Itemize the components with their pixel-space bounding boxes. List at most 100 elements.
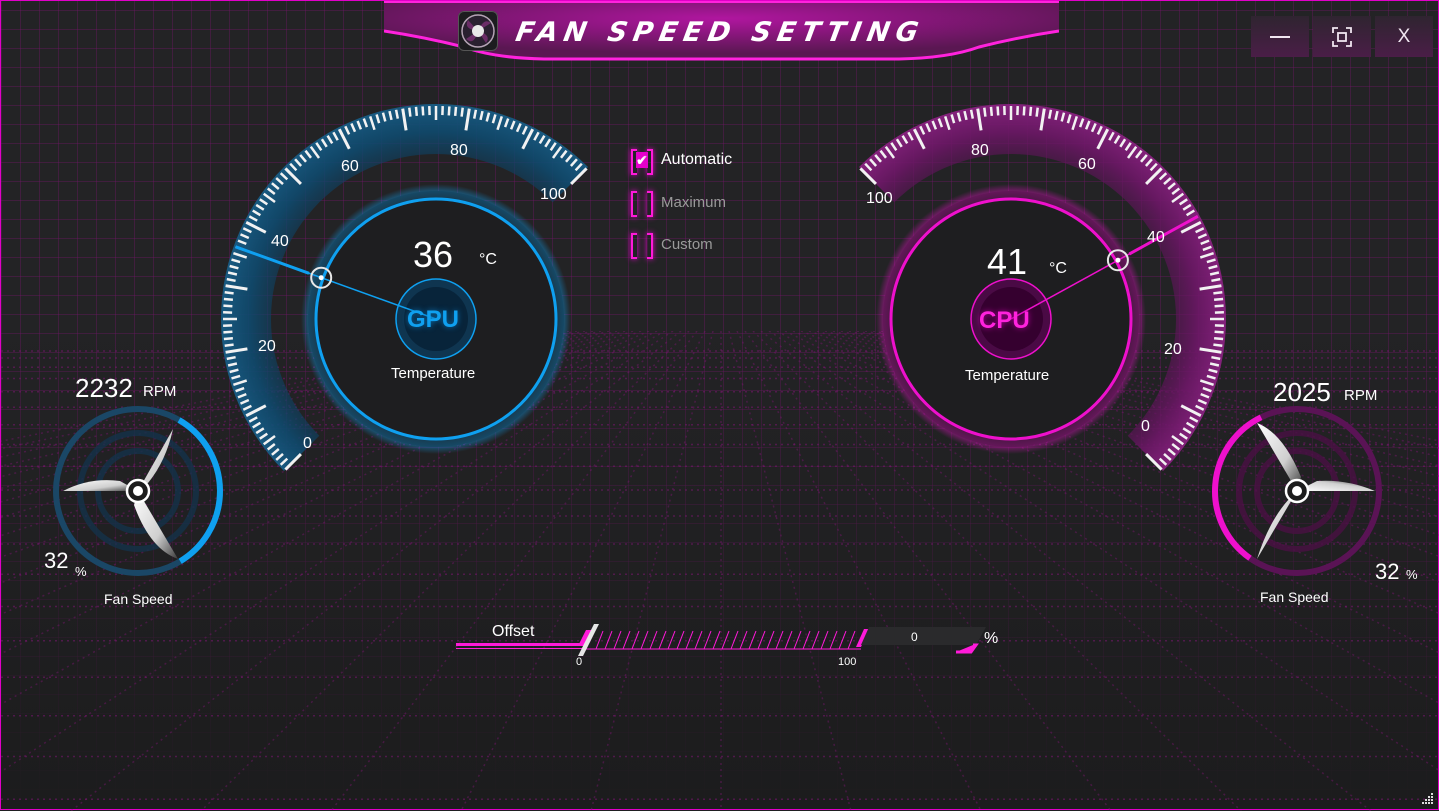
mode-option-maximum[interactable]: Maximum bbox=[631, 191, 726, 213]
cpu-fan-percent-unit: % bbox=[1406, 567, 1418, 582]
offset-control: Offset 0 100 0 % bbox=[456, 619, 1016, 679]
cpu-temperature-unit: °C bbox=[1049, 260, 1067, 278]
gpu-fan-percent-value: 32 bbox=[44, 548, 68, 574]
gpu-scale-label-40: 40 bbox=[271, 233, 289, 251]
gpu-tick bbox=[423, 106, 424, 115]
offset-hatch-mark bbox=[812, 631, 819, 649]
offset-hatch-mark bbox=[803, 631, 810, 649]
offset-hatch-mark bbox=[677, 631, 684, 649]
offset-hatch-mark bbox=[713, 631, 720, 649]
gpu-fan-percent-unit: % bbox=[75, 564, 87, 579]
gpu-tick bbox=[227, 357, 236, 359]
gpu-temperature-label: Temperature bbox=[391, 365, 475, 382]
offset-hatch-mark bbox=[848, 631, 855, 649]
gpu-scale-label-60: 60 bbox=[341, 158, 359, 176]
offset-hatch-mark bbox=[830, 631, 837, 649]
cpu-tick bbox=[1215, 306, 1224, 307]
gpu-tick bbox=[416, 107, 417, 116]
offset-hatch-mark bbox=[632, 631, 639, 649]
cpu-tick bbox=[991, 107, 992, 116]
offset-hatch-mark bbox=[821, 631, 828, 649]
offset-hatch-mark bbox=[722, 631, 729, 649]
gpu-fan-speed-meter bbox=[56, 409, 220, 573]
cpu-tick bbox=[1049, 110, 1051, 119]
offset-hatch-mark bbox=[749, 631, 756, 649]
cpu-fan-blades-icon bbox=[1257, 423, 1375, 559]
gpu-tick bbox=[455, 107, 456, 116]
gpu-temperature-value: 36 bbox=[413, 234, 453, 276]
cpu-tick bbox=[971, 110, 973, 119]
cpu-tick bbox=[1214, 299, 1223, 300]
gpu-scale-label-80: 80 bbox=[450, 142, 468, 160]
cpu-scale-label-20: 20 bbox=[1164, 341, 1182, 359]
offset-hatch-mark bbox=[596, 631, 603, 649]
cpu-temperature-label: Temperature bbox=[965, 367, 1049, 384]
offset-max-label: 100 bbox=[838, 656, 856, 668]
offset-hatch-mark bbox=[641, 631, 648, 649]
gpu-tick bbox=[224, 338, 233, 339]
cpu-scale-label-80: 80 bbox=[971, 142, 989, 160]
cpu-scale-label-0: 0 bbox=[1141, 418, 1150, 436]
custom-checkbox[interactable] bbox=[631, 233, 653, 255]
cpu-scale-label-40: 40 bbox=[1147, 229, 1165, 247]
cpu-fan-percent-value: 32 bbox=[1375, 559, 1399, 585]
gpu-fan-rpm-value: 2232 bbox=[75, 373, 133, 404]
gpu-tick bbox=[449, 106, 450, 115]
offset-hatch-mark bbox=[695, 631, 702, 649]
cpu-temperature-value: 41 bbox=[987, 241, 1027, 283]
cpu-fan-speed-label: Fan Speed bbox=[1260, 589, 1329, 605]
offset-hatch-mark bbox=[650, 631, 657, 649]
offset-value-field[interactable]: 0 bbox=[911, 630, 918, 644]
gpu-scale-label-20: 20 bbox=[258, 338, 276, 356]
offset-hatch-mark bbox=[767, 631, 774, 649]
gpu-tick bbox=[225, 345, 234, 346]
offset-slider-graphic bbox=[456, 619, 1016, 659]
cpu-tick bbox=[984, 108, 985, 117]
offset-hatch-mark bbox=[686, 631, 693, 649]
mode-option-custom[interactable]: Custom bbox=[631, 233, 713, 255]
offset-hatch-mark bbox=[704, 631, 711, 649]
offset-hatch-mark bbox=[659, 631, 666, 649]
resize-grip-icon[interactable] bbox=[1421, 792, 1435, 806]
mode-label-custom: Custom bbox=[661, 236, 713, 253]
cpu-tick bbox=[1211, 357, 1220, 359]
gpu-tick bbox=[396, 110, 398, 119]
gpu-scale-label-100: 100 bbox=[540, 186, 567, 204]
gpu-temperature-gauge bbox=[221, 104, 588, 471]
gpu-temperature-unit: °C bbox=[479, 251, 497, 269]
offset-hatch-mark bbox=[668, 631, 675, 649]
gpu-tick bbox=[224, 299, 233, 300]
maximum-checkbox[interactable] bbox=[631, 191, 653, 213]
offset-hatch-mark bbox=[731, 631, 738, 649]
offset-min-label: 0 bbox=[576, 656, 582, 668]
cpu-scale-label-100: 100 bbox=[866, 190, 893, 208]
gpu-fan-rpm-unit: RPM bbox=[143, 383, 176, 400]
checkmark-icon: ✔ bbox=[636, 152, 648, 168]
cpu-tick bbox=[1214, 338, 1223, 339]
gpu-badge-label: GPU bbox=[407, 306, 459, 334]
offset-slider-track[interactable] bbox=[596, 631, 855, 649]
cpu-tick bbox=[1213, 292, 1222, 293]
cpu-tick bbox=[1030, 107, 1031, 116]
cpu-badge-label: CPU bbox=[979, 307, 1030, 335]
offset-hatch-mark bbox=[614, 631, 621, 649]
cpu-scale-label-60: 60 bbox=[1078, 156, 1096, 174]
mode-label-automatic: Automatic bbox=[661, 151, 732, 169]
mode-option-automatic[interactable]: ✔ Automatic bbox=[631, 149, 732, 171]
offset-hatch-mark bbox=[605, 631, 612, 649]
cpu-tick bbox=[1213, 345, 1222, 346]
cpu-tick bbox=[1215, 332, 1224, 333]
offset-hatch-mark bbox=[623, 631, 630, 649]
automatic-checkbox[interactable]: ✔ bbox=[631, 149, 653, 171]
offset-hatch-mark bbox=[758, 631, 765, 649]
gpu-tick bbox=[474, 110, 476, 119]
cpu-temperature-gauge bbox=[859, 104, 1226, 471]
offset-hatch-mark bbox=[740, 631, 747, 649]
offset-unit: % bbox=[984, 630, 998, 648]
cpu-tick bbox=[1211, 279, 1220, 281]
cpu-tick bbox=[998, 106, 999, 115]
cpu-fan-speed-meter bbox=[1215, 409, 1379, 573]
gpu-scale-label-0: 0 bbox=[303, 435, 312, 453]
cpu-fan-rpm-unit: RPM bbox=[1344, 387, 1377, 404]
cpu-tick bbox=[1024, 106, 1025, 115]
